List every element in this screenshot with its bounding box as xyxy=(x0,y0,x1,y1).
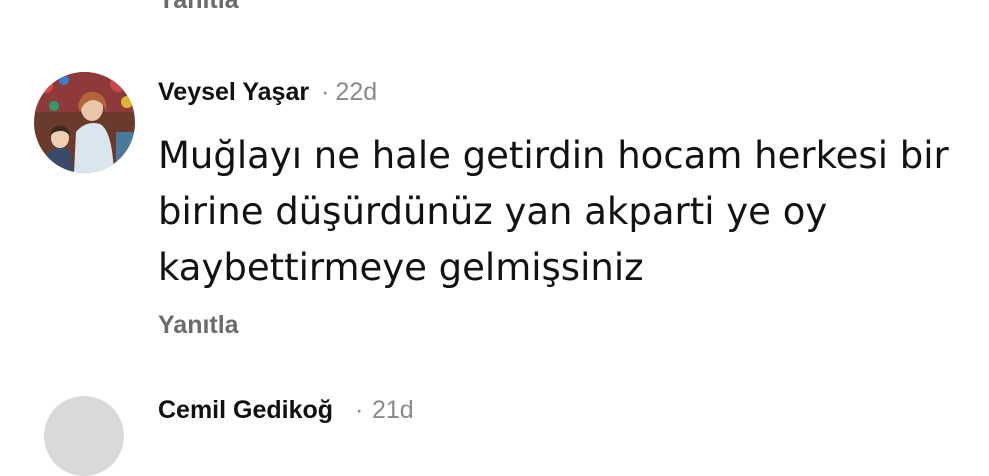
next-comment-separator: · xyxy=(355,396,364,424)
next-comment-avatar[interactable] xyxy=(44,396,124,476)
comment-time: 22d xyxy=(335,77,378,106)
next-comment-author[interactable]: Cemil Gedikoğ xyxy=(158,396,333,425)
previous-reply-button[interactable]: Yanıtla xyxy=(158,0,239,15)
author-name[interactable]: Veysel Yaşar xyxy=(158,78,309,107)
comment-header: Veysel Yaşar · 22d xyxy=(158,76,377,108)
separator-dot: · xyxy=(321,77,330,106)
reply-button[interactable]: Yanıtla xyxy=(158,311,239,340)
avatar[interactable] xyxy=(34,72,135,173)
profile-photo-icon xyxy=(34,72,135,173)
next-comment-time: 21d xyxy=(372,396,414,424)
comment-text: Muğlayı ne hale getirdin hocam herkesi b… xyxy=(158,134,949,289)
